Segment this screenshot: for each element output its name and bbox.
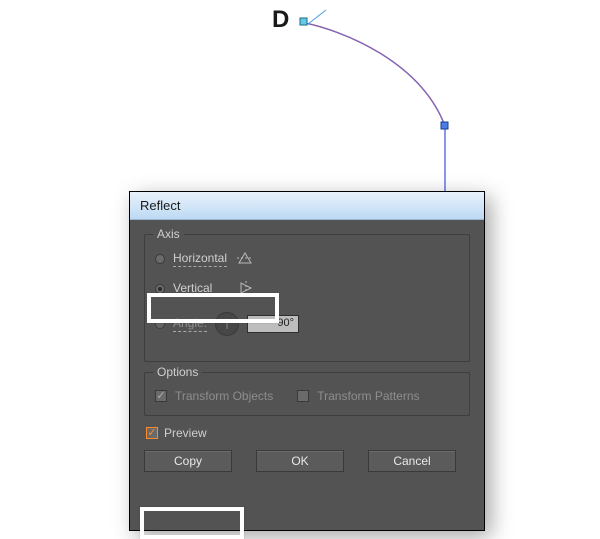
angle-dial-icon[interactable] (215, 312, 239, 336)
flip-horizontal-icon (237, 251, 253, 268)
dialog-body: Axis Horizontal Vertical Angle: 90° (130, 220, 484, 530)
checkbox-icon (146, 427, 158, 439)
axis-angle-row: Angle: 90° (155, 307, 459, 341)
axis-horizontal-radio[interactable]: Horizontal (155, 245, 459, 273)
dialog-titlebar: Reflect (130, 192, 484, 220)
options-group: Options Transform Objects Transform Patt… (144, 372, 470, 416)
dialog-button-row: Copy OK Cancel (144, 450, 470, 472)
cancel-button[interactable]: Cancel (368, 450, 456, 472)
ok-button[interactable]: OK (256, 450, 344, 472)
preview-checkbox[interactable]: Preview (146, 426, 470, 440)
axis-group-label: Axis (153, 227, 184, 241)
axis-vertical-radio[interactable]: Vertical (155, 275, 459, 303)
radio-icon (155, 254, 165, 264)
axis-group: Axis Horizontal Vertical Angle: 90° (144, 234, 470, 362)
transform-patterns-label: Transform Patterns (317, 389, 419, 403)
preview-label: Preview (164, 426, 207, 440)
flip-vertical-icon (238, 281, 254, 298)
dialog-title: Reflect (140, 198, 180, 213)
reflect-dialog: Reflect Axis Horizontal Vertical An (129, 191, 485, 531)
axis-vertical-label: Vertical (173, 281, 212, 297)
transform-objects-label: Transform Objects (175, 389, 273, 403)
transform-objects-checkbox[interactable]: Transform Objects (155, 383, 273, 409)
transform-patterns-checkbox[interactable]: Transform Patterns (297, 383, 419, 409)
copy-button[interactable]: Copy (144, 450, 232, 472)
axis-horizontal-label: Horizontal (173, 251, 227, 267)
radio-icon (155, 284, 165, 294)
options-group-label: Options (153, 365, 202, 379)
checkbox-icon (155, 390, 167, 402)
axis-angle-label[interactable]: Angle: (173, 316, 207, 332)
angle-input[interactable]: 90° (247, 315, 299, 333)
radio-icon[interactable] (155, 319, 165, 329)
highlight-copy (140, 507, 244, 539)
checkbox-icon (297, 390, 309, 402)
